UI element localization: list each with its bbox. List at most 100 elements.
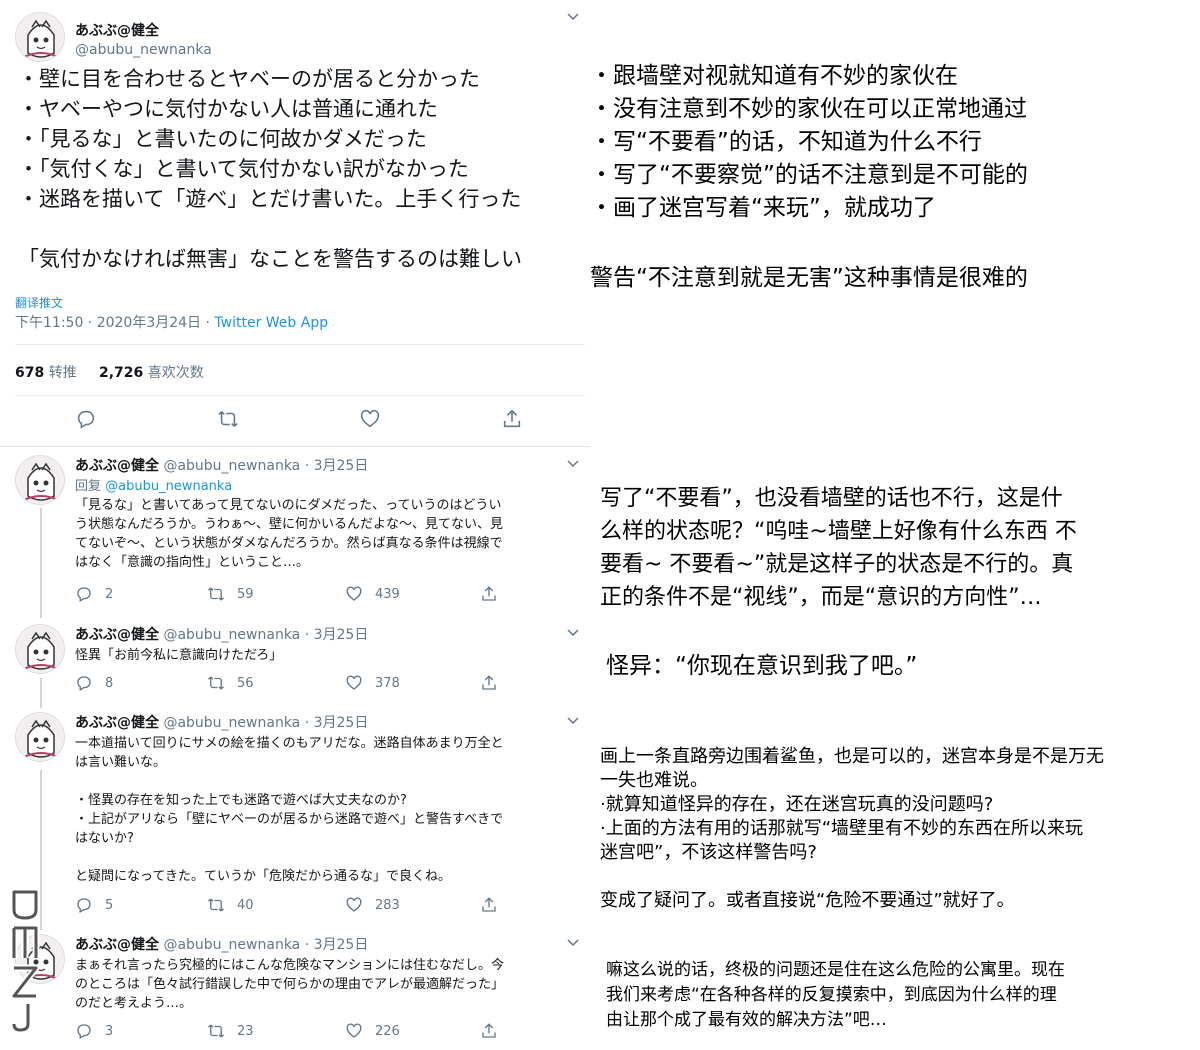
reply-action[interactable]: 2: [75, 585, 113, 603]
share-icon[interactable]: [480, 1022, 498, 1040]
heart-icon[interactable]: [345, 674, 363, 692]
tweet-meta: 下午11:50 · 2020年3月24日 · Twitter Web App: [15, 312, 328, 332]
user-avatar[interactable]: [15, 712, 65, 762]
retweet-icon[interactable]: [207, 1022, 225, 1040]
replying-prefix: 回复: [75, 479, 106, 494]
reply-display-name[interactable]: あぶぶ@健全: [75, 627, 159, 643]
chevron-down-icon[interactable]: [566, 936, 580, 954]
translate-tweet-link[interactable]: 翻译推文: [15, 294, 63, 311]
reply-action[interactable]: 5: [75, 896, 113, 914]
main-handle[interactable]: @abubu_newnanka: [75, 42, 212, 58]
reply-action[interactable]: 8: [75, 674, 113, 692]
retweets-count[interactable]: 678: [15, 365, 44, 381]
reply-display-name[interactable]: あぶぶ@健全: [75, 937, 159, 953]
heart-icon[interactable]: [359, 408, 381, 430]
replying-to-link[interactable]: @abubu_newnanka: [105, 479, 232, 494]
reply-icon[interactable]: [75, 585, 93, 603]
translation-line: ・画了迷宫写着“来玩”，就成功了: [590, 195, 936, 221]
reply-tweet[interactable]: あぶぶ@健全 @abubu_newnanka · 3月25日 怪異「お前今私に意…: [0, 624, 590, 699]
heart-icon[interactable]: [345, 1022, 363, 1040]
reply-tweet[interactable]: あぶぶ@健全 @abubu_newnanka · 3月25日 一本道描いて回りに…: [0, 712, 590, 927]
share-action[interactable]: [480, 1022, 510, 1040]
chevron-down-icon[interactable]: [566, 457, 580, 475]
retweet-icon[interactable]: [217, 408, 239, 430]
like-action[interactable]: 439: [345, 585, 400, 603]
translation-line: ·就算知道怪异的存在，还在迷宫玩真的没问题吗?: [600, 794, 994, 815]
reply-text: 一本道描いて回りにサメの絵を描くのもアリだな。迷路自体あまり万全と は言い難いな…: [75, 734, 575, 886]
retweet-icon[interactable]: [207, 585, 225, 603]
translation-reply-2: 怪异：“你现在意识到我了吧。”: [606, 653, 918, 679]
like-count: 283: [375, 897, 400, 913]
reply-icon[interactable]: [75, 1022, 93, 1040]
retweet-action[interactable]: 56: [207, 674, 254, 692]
retweet-action[interactable]: 59: [207, 585, 254, 603]
translation-reply-3: 画上一条直路旁边围着鲨鱼，也是可以的，迷宫本身是不是万无 一失也难说。 ·就算知…: [600, 745, 1104, 865]
reply-line: はなく「意識の指向性」ということ…。: [75, 555, 310, 570]
reply-line: と疑問になってきた。ていうか「危険だから通るな」で良くね。: [75, 869, 451, 884]
translation-reply-3-closing: 变成了疑问了。或者直接说“危险不要通过”就好了。: [600, 890, 1015, 911]
retweet-count: 56: [237, 675, 254, 691]
source-app-link[interactable]: Twitter Web App: [214, 315, 328, 331]
reply-handle-time[interactable]: @abubu_newnanka · 3月25日: [163, 458, 368, 474]
share-icon[interactable]: [480, 896, 498, 914]
reply-action[interactable]: 3: [75, 1022, 113, 1040]
reply-handle-time[interactable]: @abubu_newnanka · 3月25日: [163, 715, 368, 731]
reply-line: 怪異「お前今私に意識向けただろ」: [75, 648, 283, 663]
chevron-down-icon[interactable]: [566, 10, 580, 28]
translation-line: 由让那个成了最有效的解决方法”吧…: [606, 1010, 887, 1030]
retweets-label[interactable]: 转推: [49, 365, 77, 381]
reply-display-name[interactable]: あぶぶ@健全: [75, 715, 159, 731]
likes-label[interactable]: 喜欢次数: [148, 365, 204, 381]
reply-tweet[interactable]: あぶぶ@健全 @abubu_newnanka · 3月25日 まぁそれ言ったら究…: [0, 934, 590, 1050]
reply-display-name[interactable]: あぶぶ@健全: [75, 458, 159, 474]
share-action[interactable]: [480, 674, 510, 692]
chevron-down-icon[interactable]: [566, 626, 580, 644]
tweet-thread-screenshot: あぶぶ@健全 @abubu_newnanka ・壁に目を合わせるとヤベーのが居る…: [0, 0, 590, 1050]
reply-line: う状態なんだろうか。うわぁ～、壁に何かいるんだよな～、見てない、見: [75, 517, 503, 532]
chevron-down-icon[interactable]: [566, 714, 580, 732]
tweet-timestamp[interactable]: 下午11:50 · 2020年3月24日 ·: [15, 315, 214, 331]
user-avatar[interactable]: [15, 12, 65, 62]
heart-icon[interactable]: [345, 896, 363, 914]
reply-icon[interactable]: [75, 896, 93, 914]
like-action[interactable]: 378: [345, 674, 400, 692]
reply-tweet[interactable]: あぶぶ@健全 @abubu_newnanka · 3月25日 回复 @abubu…: [0, 455, 590, 615]
dmzj-watermark-logo: [10, 888, 40, 1038]
like-action[interactable]: 283: [345, 896, 400, 914]
reply-icon[interactable]: [75, 674, 93, 692]
translation-reply-1: 写了“不要看”，也没看墙壁的话也不行，这是什 么样的状态呢？“呜哇~墙壁上好像有…: [600, 482, 1195, 614]
retweet-icon[interactable]: [207, 896, 225, 914]
heart-icon[interactable]: [345, 585, 363, 603]
share-action[interactable]: [480, 896, 510, 914]
like-action[interactable]: 226: [345, 1022, 400, 1040]
retweet-action[interactable]: 23: [207, 1022, 254, 1040]
reply-count: 8: [105, 675, 114, 691]
share-icon[interactable]: [501, 408, 523, 430]
retweet-icon[interactable]: [207, 674, 225, 692]
main-display-name[interactable]: あぶぶ@健全: [75, 20, 159, 40]
reply-count: 2: [105, 586, 114, 602]
reply-handle-time[interactable]: @abubu_newnanka · 3月25日: [163, 627, 368, 643]
user-avatar[interactable]: [15, 624, 65, 674]
replying-to: 回复 @abubu_newnanka: [75, 477, 575, 496]
main-tweet-line: ・「見るな」と書いたのに何故かダメだった: [18, 127, 427, 151]
main-tweet-text: ・壁に目を合わせるとヤベーのが居ると分かった ・ヤベーやつに気付かない人は普通に…: [18, 64, 583, 274]
reply-line: のところは「色々試行錯誤した中で何らかの理由でアレが最適解だった」: [75, 977, 505, 992]
share-action[interactable]: [480, 585, 510, 603]
share-icon[interactable]: [480, 585, 498, 603]
likes-count[interactable]: 2,726: [99, 365, 143, 381]
reply-line: まぁそれ言ったら究極的にはこんな危険なマンションには住むなだし。今: [75, 958, 505, 973]
reply-line: ・上記がアリなら「壁にヤベーのが居るから迷路で遊べ」と警告すべきで: [75, 812, 504, 827]
reply-actions: 3 23 226: [75, 1022, 555, 1042]
user-avatar[interactable]: [15, 455, 65, 505]
like-count: 378: [375, 675, 400, 691]
retweet-action[interactable]: 40: [207, 896, 254, 914]
reply-line: のだと考えよう…。: [75, 996, 193, 1011]
translation-line: 正的条件不是“视线”，而是“意识的方向性”…: [600, 585, 1042, 610]
reply-handle-time[interactable]: @abubu_newnanka · 3月25日: [163, 937, 368, 953]
share-icon[interactable]: [480, 674, 498, 692]
reply-count: 5: [105, 897, 114, 913]
reply-icon[interactable]: [75, 408, 97, 430]
translation-line: 要看~ 不要看~”就是这样子的状态是不行的。真: [600, 552, 1074, 577]
